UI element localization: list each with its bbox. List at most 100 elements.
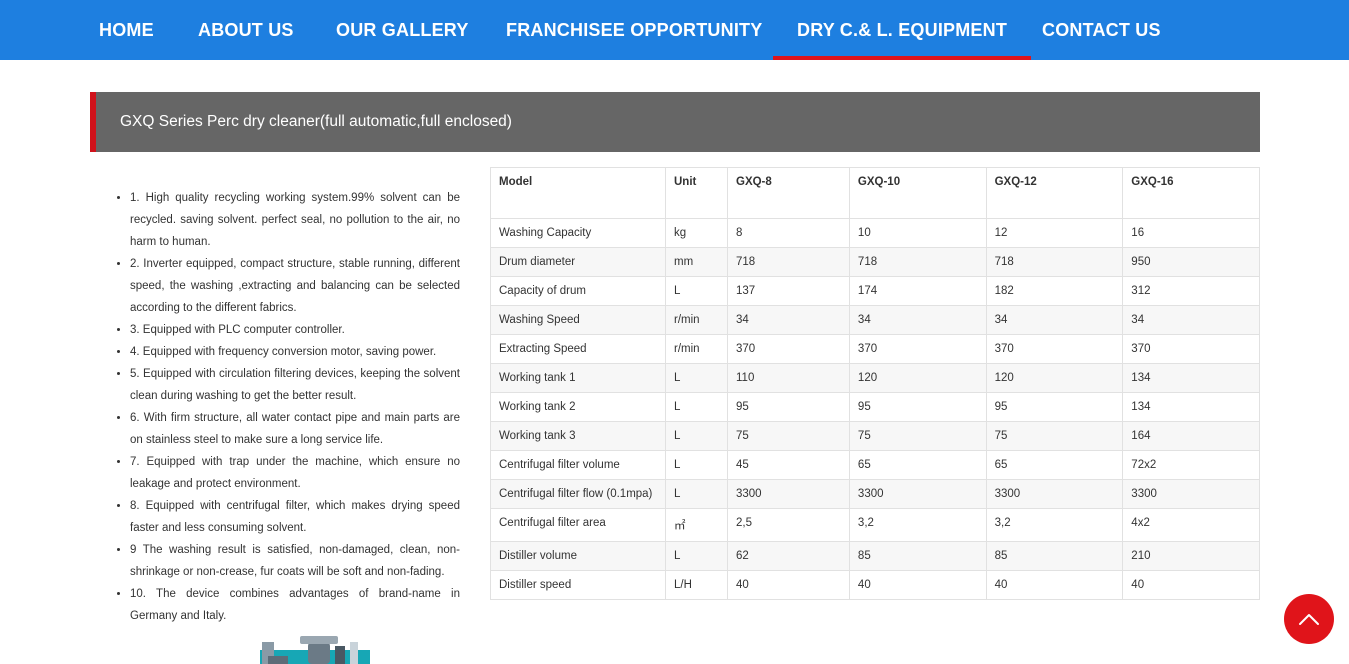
table-cell: L [665,421,728,451]
table-cell: r/min [665,305,728,335]
table-cell: 85 [848,541,987,571]
table-cell: 718 [727,247,850,277]
table-cell: Centrifugal filter flow (0.1mpa) [490,479,666,509]
table-cell: 3300 [848,479,987,509]
table-cell: 370 [727,334,850,364]
table-cell: 16 [1122,218,1260,248]
table-cell: 370 [985,334,1124,364]
table-cell: 370 [848,334,987,364]
table-row: Centrifugal filter volume L 45 65 65 72x… [490,450,1260,480]
table-cell: 120 [985,363,1124,393]
table-cell: 75 [848,421,987,451]
table-cell: 3300 [727,479,850,509]
chevron-up-icon [1299,614,1319,625]
back-to-top-button[interactable] [1284,594,1334,644]
product-image [150,636,400,664]
feature-item: 9 The washing result is satisfied, non-d… [130,539,460,583]
table-cell: Extracting Speed [490,334,666,364]
table-cell: Distiller volume [490,541,666,571]
table-header-cell: GXQ-12 [985,167,1124,219]
table-header-cell: GXQ-8 [727,167,850,219]
table-cell: 65 [848,450,987,480]
table-cell: 4x2 [1122,508,1260,542]
table-cell: 45 [727,450,850,480]
feature-item: 3. Equipped with PLC computer controller… [130,319,460,341]
table-cell: 164 [1122,421,1260,451]
table-cell: 75 [985,421,1124,451]
table-cell: 134 [1122,392,1260,422]
page-title-bar: GXQ Series Perc dry cleaner(full automat… [90,92,1260,152]
table-cell: Drum diameter [490,247,666,277]
table-row: Working tank 1 L 110 120 120 134 [490,363,1260,393]
table-cell: 10 [848,218,987,248]
table-header-cell: Model [490,167,666,219]
table-row: Distiller volume L 62 85 85 210 [490,541,1260,571]
table-cell: 718 [985,247,1124,277]
table-cell: Washing Speed [490,305,666,335]
table-cell: 34 [848,305,987,335]
table-cell: 34 [727,305,850,335]
table-cell: 370 [1122,334,1260,364]
table-cell: 95 [985,392,1124,422]
table-cell: 3300 [1122,479,1260,509]
table-header-row: Model Unit GXQ-8 GXQ-10 GXQ-12 GXQ-16 [490,167,1260,219]
table-cell: 3,2 [848,508,987,542]
table-cell: 8 [727,218,850,248]
table-cell: 182 [985,276,1124,306]
table-cell: 718 [848,247,987,277]
table-row: Washing Capacity kg 8 10 12 16 [490,218,1260,248]
table-cell: 3300 [985,479,1124,509]
table-row: Working tank 3 L 75 75 75 164 [490,421,1260,451]
table-row: Capacity of drum L 137 174 182 312 [490,276,1260,306]
table-cell: 40 [985,570,1124,600]
table-cell: Distiller speed [490,570,666,600]
table-cell: 40 [727,570,850,600]
table-cell: ㎡ [665,508,728,542]
feature-item: 7. Equipped with trap under the machine,… [130,451,460,495]
nav-about-us[interactable]: ABOUT US [198,0,294,60]
nav-home[interactable]: HOME [99,0,154,60]
nav-dry-equipment[interactable]: DRY C.& L. EQUIPMENT [772,0,1032,60]
table-cell: 137 [727,276,850,306]
feature-item: 4. Equipped with frequency conversion mo… [130,341,460,363]
nav-our-gallery[interactable]: OUR GALLERY [336,0,469,60]
table-cell: 85 [985,541,1124,571]
table-row: Centrifugal filter flow (0.1mpa) L 3300 … [490,479,1260,509]
table-cell: 40 [1122,570,1260,600]
table-cell: 110 [727,363,850,393]
nav-contact-us[interactable]: CONTACT US [1042,0,1161,60]
table-cell: L [665,363,728,393]
table-header-cell: GXQ-16 [1122,167,1260,219]
table-cell: 75 [727,421,850,451]
table-row: Washing Speed r/min 34 34 34 34 [490,305,1260,335]
feature-item: 6. With firm structure, all water contac… [130,407,460,451]
table-cell: L [665,276,728,306]
table-cell: 2,5 [727,508,850,542]
table-cell: 3,2 [985,508,1124,542]
page-title: GXQ Series Perc dry cleaner(full automat… [120,113,512,130]
feature-list: 1. High quality recycling working system… [112,187,460,627]
table-cell: 312 [1122,276,1260,306]
table-cell: r/min [665,334,728,364]
feature-item: 10. The device combines advantages of br… [130,583,460,627]
main-navigation: HOME ABOUT US OUR GALLERY FRANCHISEE OPP… [0,0,1349,60]
table-cell: 65 [985,450,1124,480]
table-cell: 210 [1122,541,1260,571]
nav-franchisee-opportunity[interactable]: FRANCHISEE OPPORTUNITY [506,0,762,60]
table-cell: 72x2 [1122,450,1260,480]
table-cell: L [665,479,728,509]
table-row: Drum diameter mm 718 718 718 950 [490,247,1260,277]
table-cell: Working tank 1 [490,363,666,393]
table-cell: 950 [1122,247,1260,277]
feature-item: 8. Equipped with centrifugal filter, whi… [130,495,460,539]
table-header-cell: GXQ-10 [848,167,987,219]
table-cell: Centrifugal filter area [490,508,666,542]
table-cell: mm [665,247,728,277]
table-cell: 174 [848,276,987,306]
table-cell: 95 [848,392,987,422]
table-cell: 120 [848,363,987,393]
table-cell: Washing Capacity [490,218,666,248]
table-cell: kg [665,218,728,248]
feature-item: 5. Equipped with circulation filtering d… [130,363,460,407]
feature-item: 2. Inverter equipped, compact structure,… [130,253,460,319]
